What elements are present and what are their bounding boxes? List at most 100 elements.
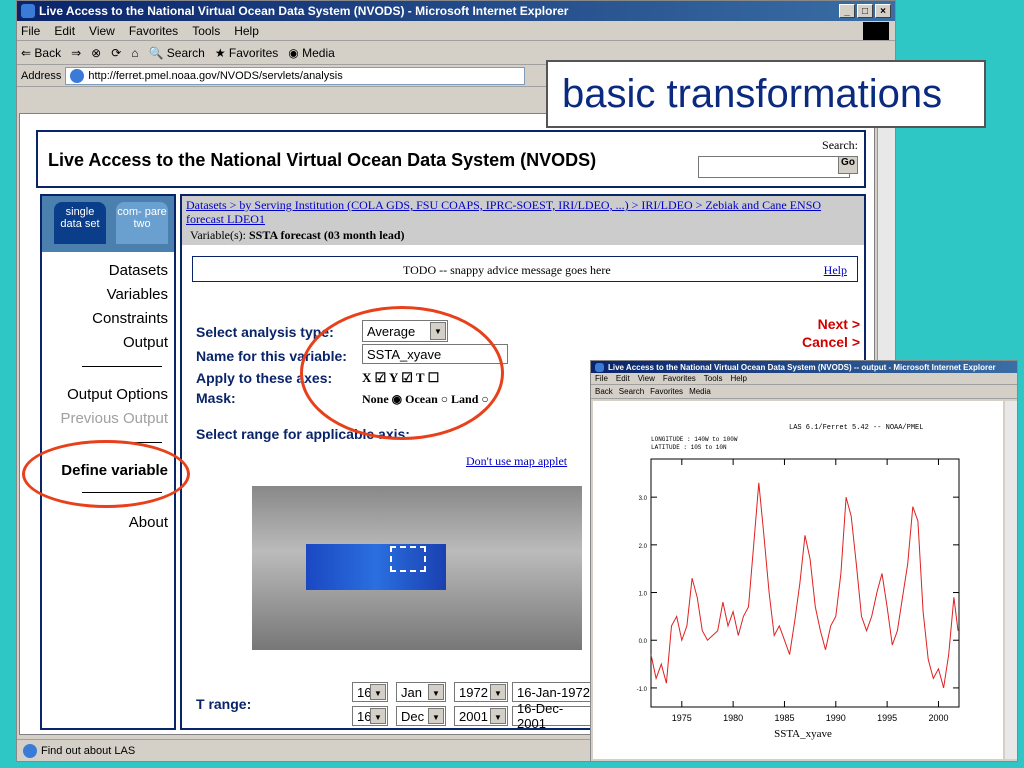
output-vertical-scrollbar[interactable] [1005, 401, 1017, 759]
t-start-text[interactable]: 16-Jan-1972 [512, 682, 592, 702]
tab-single-data-set[interactable]: single data set [54, 202, 106, 244]
nav-datasets[interactable]: Datasets [109, 262, 168, 279]
analysis-type-label: Select analysis type: [196, 324, 334, 340]
help-link[interactable]: Help [824, 263, 847, 278]
media-button[interactable]: ◉ Media [288, 46, 335, 60]
t-end-month-select[interactable]: Dec ▼ [396, 706, 446, 726]
breadcrumb[interactable]: Datasets > by Serving Institution (COLA … [182, 196, 864, 228]
menu-tools[interactable]: Tools [704, 374, 723, 383]
menu-view[interactable]: View [638, 374, 655, 383]
t-start-year-select[interactable]: 1972 ▼ [454, 682, 508, 702]
map-applet-link[interactable]: Don't use map applet [466, 454, 567, 469]
window-title: Live Access to the National Virtual Ocea… [39, 4, 569, 18]
refresh-icon[interactable]: ⟳ [111, 46, 121, 60]
x-axis-label: SSTA_xyave [774, 728, 832, 740]
plot-header: LAS 6.1/Ferret 5.42 -- NOAA/PMEL [789, 424, 923, 432]
t-start-day-select[interactable]: 16 ▼ [352, 682, 388, 702]
search-input[interactable] [698, 156, 850, 178]
plot-area: LAS 6.1/Ferret 5.42 -- NOAA/PMEL LONGITU… [593, 401, 1003, 759]
t-end-year-select[interactable]: 2001 ▼ [454, 706, 508, 726]
ie-icon [21, 4, 35, 18]
mask-label: Mask: [196, 390, 236, 406]
x-tick-label: 2000 [928, 713, 948, 723]
go-button[interactable]: Go [838, 156, 858, 174]
page-icon [70, 68, 85, 83]
output-window-title: Live Access to the National Virtual Ocea… [608, 362, 996, 372]
page-title: Live Access to the National Virtual Ocea… [48, 150, 597, 170]
t-end-day-select[interactable]: 16 ▼ [352, 706, 388, 726]
ssta-series-line [650, 482, 959, 689]
address-input[interactable]: http://ferret.pmel.noaa.gov/NVODS/servle… [65, 66, 526, 85]
plot-latitude: LATITUDE : 10S to 10N [651, 444, 727, 451]
output-toolbar: Back Search Favorites Media [591, 385, 1017, 399]
menu-bar: File Edit View Favorites Tools Help [17, 21, 895, 41]
output-window: Live Access to the National Virtual Ocea… [590, 360, 1018, 762]
map-applet[interactable] [252, 486, 582, 650]
nav-previous-output: Previous Output [60, 410, 168, 427]
x-tick-label: 1985 [774, 713, 794, 723]
back-button[interactable]: Back [595, 387, 613, 396]
variable-line: Variable(s): SSTA forecast (03 month lea… [182, 228, 864, 245]
ssta-chart: LAS 6.1/Ferret 5.42 -- NOAA/PMEL LONGITU… [637, 424, 960, 740]
menu-help[interactable]: Help [730, 374, 746, 383]
menu-edit[interactable]: Edit [616, 374, 630, 383]
search-button[interactable]: Search [619, 387, 644, 396]
close-button[interactable]: × [875, 4, 891, 18]
divider [82, 366, 162, 367]
y-tick-label: 1.0 [639, 592, 648, 598]
selection-box[interactable] [390, 546, 426, 572]
nav-variables[interactable]: Variables [107, 286, 168, 303]
forward-button[interactable]: ⇒ [71, 46, 81, 60]
page-icon [23, 743, 37, 758]
menu-file[interactable]: File [21, 24, 40, 38]
y-tick-label: 3.0 [639, 496, 648, 502]
menu-tools[interactable]: Tools [192, 24, 220, 38]
stop-icon[interactable]: ⊗ [91, 46, 101, 60]
highlight-ellipse [300, 306, 504, 440]
menu-favorites[interactable]: Favorites [663, 374, 696, 383]
nav-constraints[interactable]: Constraints [92, 310, 168, 327]
windows-logo-icon [863, 21, 889, 40]
x-tick-label: 1995 [877, 713, 897, 723]
media-button[interactable]: Media [689, 387, 711, 396]
t-end-text[interactable]: 16-Dec-2001 [512, 701, 592, 731]
tab-compare-two[interactable]: com- pare two [116, 202, 168, 244]
favorites-button[interactable]: ★ Favorites [215, 46, 278, 60]
menu-view[interactable]: View [89, 24, 115, 38]
x-tick-label: 1980 [723, 713, 743, 723]
x-tick-label: 1990 [826, 713, 846, 723]
advice-message: TODO -- snappy advice message goes here [403, 263, 611, 277]
menu-favorites[interactable]: Favorites [129, 24, 178, 38]
nav-output[interactable]: Output [123, 334, 168, 351]
plot-longitude: LONGITUDE : 140W to 100W [651, 436, 738, 443]
y-tick-label: -1.0 [637, 687, 648, 693]
menu-edit[interactable]: Edit [54, 24, 75, 38]
highlight-ellipse [22, 440, 190, 508]
slide-title: basic transformations [546, 60, 986, 128]
search-label: Search: [822, 138, 858, 152]
next-link[interactable]: Next > [818, 316, 860, 332]
home-icon[interactable]: ⌂ [131, 46, 138, 60]
back-button[interactable]: ⇐ Back [21, 46, 61, 60]
t-range-label: T range: [196, 696, 252, 712]
menu-help[interactable]: Help [234, 24, 259, 38]
menu-file[interactable]: File [595, 374, 608, 383]
nav-output-options[interactable]: Output Options [67, 386, 168, 403]
maximize-button[interactable]: □ [857, 4, 873, 18]
favorites-button[interactable]: Favorites [650, 387, 683, 396]
title-bar: Live Access to the National Virtual Ocea… [17, 1, 895, 21]
search-button[interactable]: 🔍 Search [149, 46, 205, 60]
y-tick-label: 0.0 [639, 639, 648, 645]
address-label: Address [21, 69, 62, 82]
plot-frame [650, 458, 960, 708]
ie-icon [595, 362, 604, 372]
y-tick-label: 2.0 [639, 544, 648, 550]
advice-box: TODO -- snappy advice message goes here … [192, 256, 858, 282]
nav-about[interactable]: About [129, 514, 168, 531]
page-header: Live Access to the National Virtual Ocea… [36, 130, 866, 188]
x-tick-label: 1975 [672, 713, 692, 723]
cancel-link[interactable]: Cancel > [802, 334, 860, 350]
t-start-month-select[interactable]: Jan ▼ [396, 682, 446, 702]
output-menu-bar: File Edit View Favorites Tools Help [591, 373, 1017, 385]
minimize-button[interactable]: _ [839, 4, 855, 18]
